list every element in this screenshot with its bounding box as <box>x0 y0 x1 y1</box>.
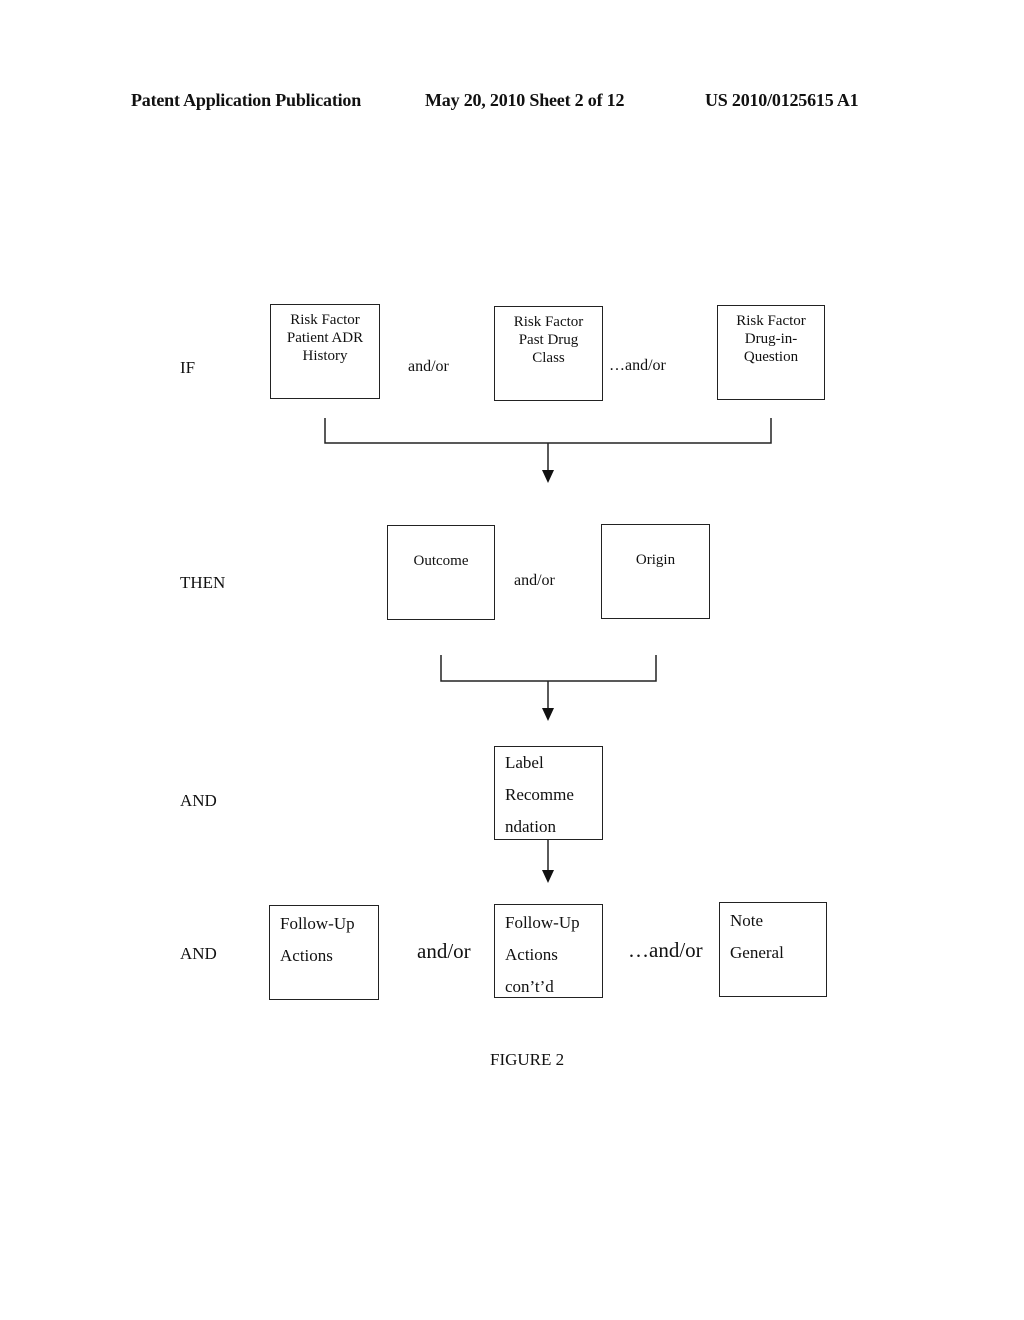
box-line: ndation <box>505 817 556 836</box>
box-line: Actions <box>505 945 558 964</box>
box-line: Patient ADR <box>286 330 364 346</box>
box-line: Question <box>743 349 799 365</box>
box-line: Risk Factor <box>290 312 360 328</box>
box-line: Class <box>532 350 565 366</box>
connector-and-or: …and/or <box>609 357 666 374</box>
box-line: Outcome <box>413 553 469 569</box>
note-general-box: Note General <box>719 902 827 997</box>
box-line: Drug-in- <box>744 331 798 347</box>
follow-up-actions-box: Follow-Up Actions <box>269 905 379 1000</box>
then-bracket <box>440 655 657 682</box>
box-line: Risk Factor <box>513 314 584 330</box>
box-line: Note <box>730 911 764 930</box>
row-label-and: AND <box>180 791 217 810</box>
box-line: Label <box>505 753 544 772</box>
row-label-then: THEN <box>180 573 226 592</box>
if-bracket <box>324 418 772 444</box>
box-line: Risk Factor <box>736 313 806 329</box>
connector-lines <box>324 418 772 883</box>
outcome-box: Outcome <box>387 525 495 620</box>
box-line: Past Drug <box>518 332 579 348</box>
box-line: History <box>302 348 348 364</box>
box-line: Recomme <box>505 785 574 804</box>
risk-factor-patient-adr-history-box: Risk Factor Patient ADR History <box>270 304 380 399</box>
connector-and-or: and/or <box>408 358 449 375</box>
row-label-if: IF <box>180 358 196 377</box>
connector-and-or: and/or <box>514 572 555 589</box>
connector-and-or: and/or <box>417 939 471 963</box>
risk-factor-past-drug-class-box: Risk Factor Past Drug Class <box>494 306 603 401</box>
box-line: Follow-Up <box>505 913 580 932</box>
figure-caption: FIGURE 2 <box>490 1050 565 1069</box>
origin-box: Origin <box>601 524 710 619</box>
label-recommendation-box: Label Recomme ndation <box>494 746 603 840</box>
arrowhead-2 <box>542 708 554 721</box>
box-line: Origin <box>635 552 676 568</box>
arrowhead-3 <box>542 870 554 883</box>
connector-and-or: …and/or <box>628 938 703 962</box>
box-line: Follow-Up <box>280 914 355 933</box>
follow-up-actions-contd-box: Follow-Up Actions con’t’d <box>494 904 603 998</box>
arrowhead-1 <box>542 470 554 483</box>
box-line: General <box>730 943 784 962</box>
risk-factor-drug-in-question-box: Risk Factor Drug-in- Question <box>717 305 825 400</box>
row-label-and: AND <box>180 944 217 963</box>
box-line: Actions <box>280 946 333 965</box>
box-line: con’t’d <box>505 977 554 996</box>
